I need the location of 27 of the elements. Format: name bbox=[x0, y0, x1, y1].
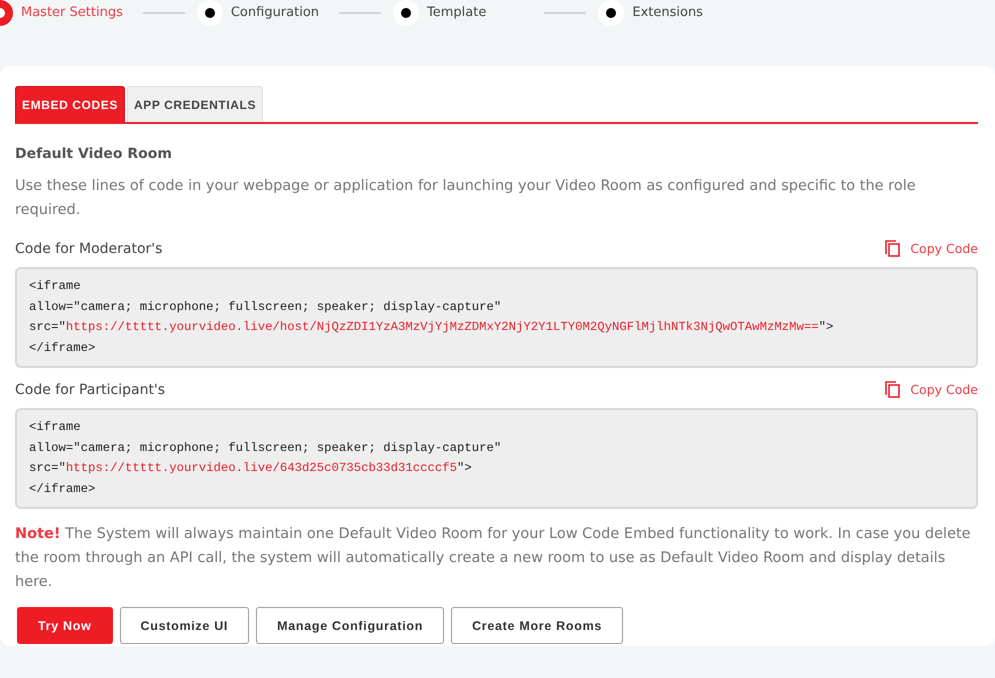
section-description: Use these lines of code in your webpage or application for launching your Video Room as configured and specific to the role required. bbox=[15, 177, 917, 220]
secondary-button[interactable]: Customize UI bbox=[120, 607, 250, 644]
code-line: allow="camera; microphone; fullscreen; speaker; display-capture" bbox=[29, 440, 502, 456]
code-line: src="https://ttttt.yourvideo.live/643d25c0735cb33d31ccccf5"> bbox=[29, 460, 473, 477]
section-title: Default Video Room bbox=[15, 146, 173, 162]
secondary-button[interactable]: Create More Rooms bbox=[451, 607, 624, 644]
code-line: <iframe bbox=[29, 278, 82, 295]
step-label[interactable]: Configuration bbox=[230, 5, 320, 20]
code-line: </iframe> bbox=[29, 480, 96, 498]
code-line: allow="camera; microphone; fullscreen; speaker; display-capture" bbox=[29, 298, 502, 316]
code-label: Code for Participant's bbox=[15, 382, 166, 398]
copy-icon bbox=[885, 381, 900, 398]
primary-button[interactable]: Try Now bbox=[17, 607, 113, 644]
code-line: src="https://ttttt.yourvideo.live/host/NjQzZDI1YzA3MzVjYjMzZDMxY2NjY2Y1LTY0M2QyNGFlMjlhNTk3NjQwOTAwMzMzMw=="> bbox=[29, 319, 834, 336]
copy-code-link[interactable]: Copy Code bbox=[885, 240, 978, 257]
step-label[interactable]: Extensions bbox=[632, 5, 703, 20]
copy-code-link[interactable]: Copy Code bbox=[885, 381, 978, 398]
code-line: <iframe bbox=[29, 419, 82, 436]
copy-icon bbox=[885, 240, 900, 257]
tab[interactable]: EMBED CODES bbox=[15, 86, 125, 122]
step-label[interactable]: Master Settings bbox=[21, 5, 123, 20]
code-line: </iframe> bbox=[29, 340, 96, 356]
step-label[interactable]: Template bbox=[427, 5, 486, 20]
code-label: Code for Moderator's bbox=[15, 240, 162, 256]
tab[interactable]: APP CREDENTIALS bbox=[126, 86, 264, 122]
secondary-button[interactable]: Manage Configuration bbox=[256, 607, 444, 644]
note-text: Note! The System will always maintain one Default Video Room for your Low Code Embed functionality to work. In case you delete the room through an API call, the system will automatically create a new room to use as Default Video Room and display details here. bbox=[15, 525, 972, 592]
